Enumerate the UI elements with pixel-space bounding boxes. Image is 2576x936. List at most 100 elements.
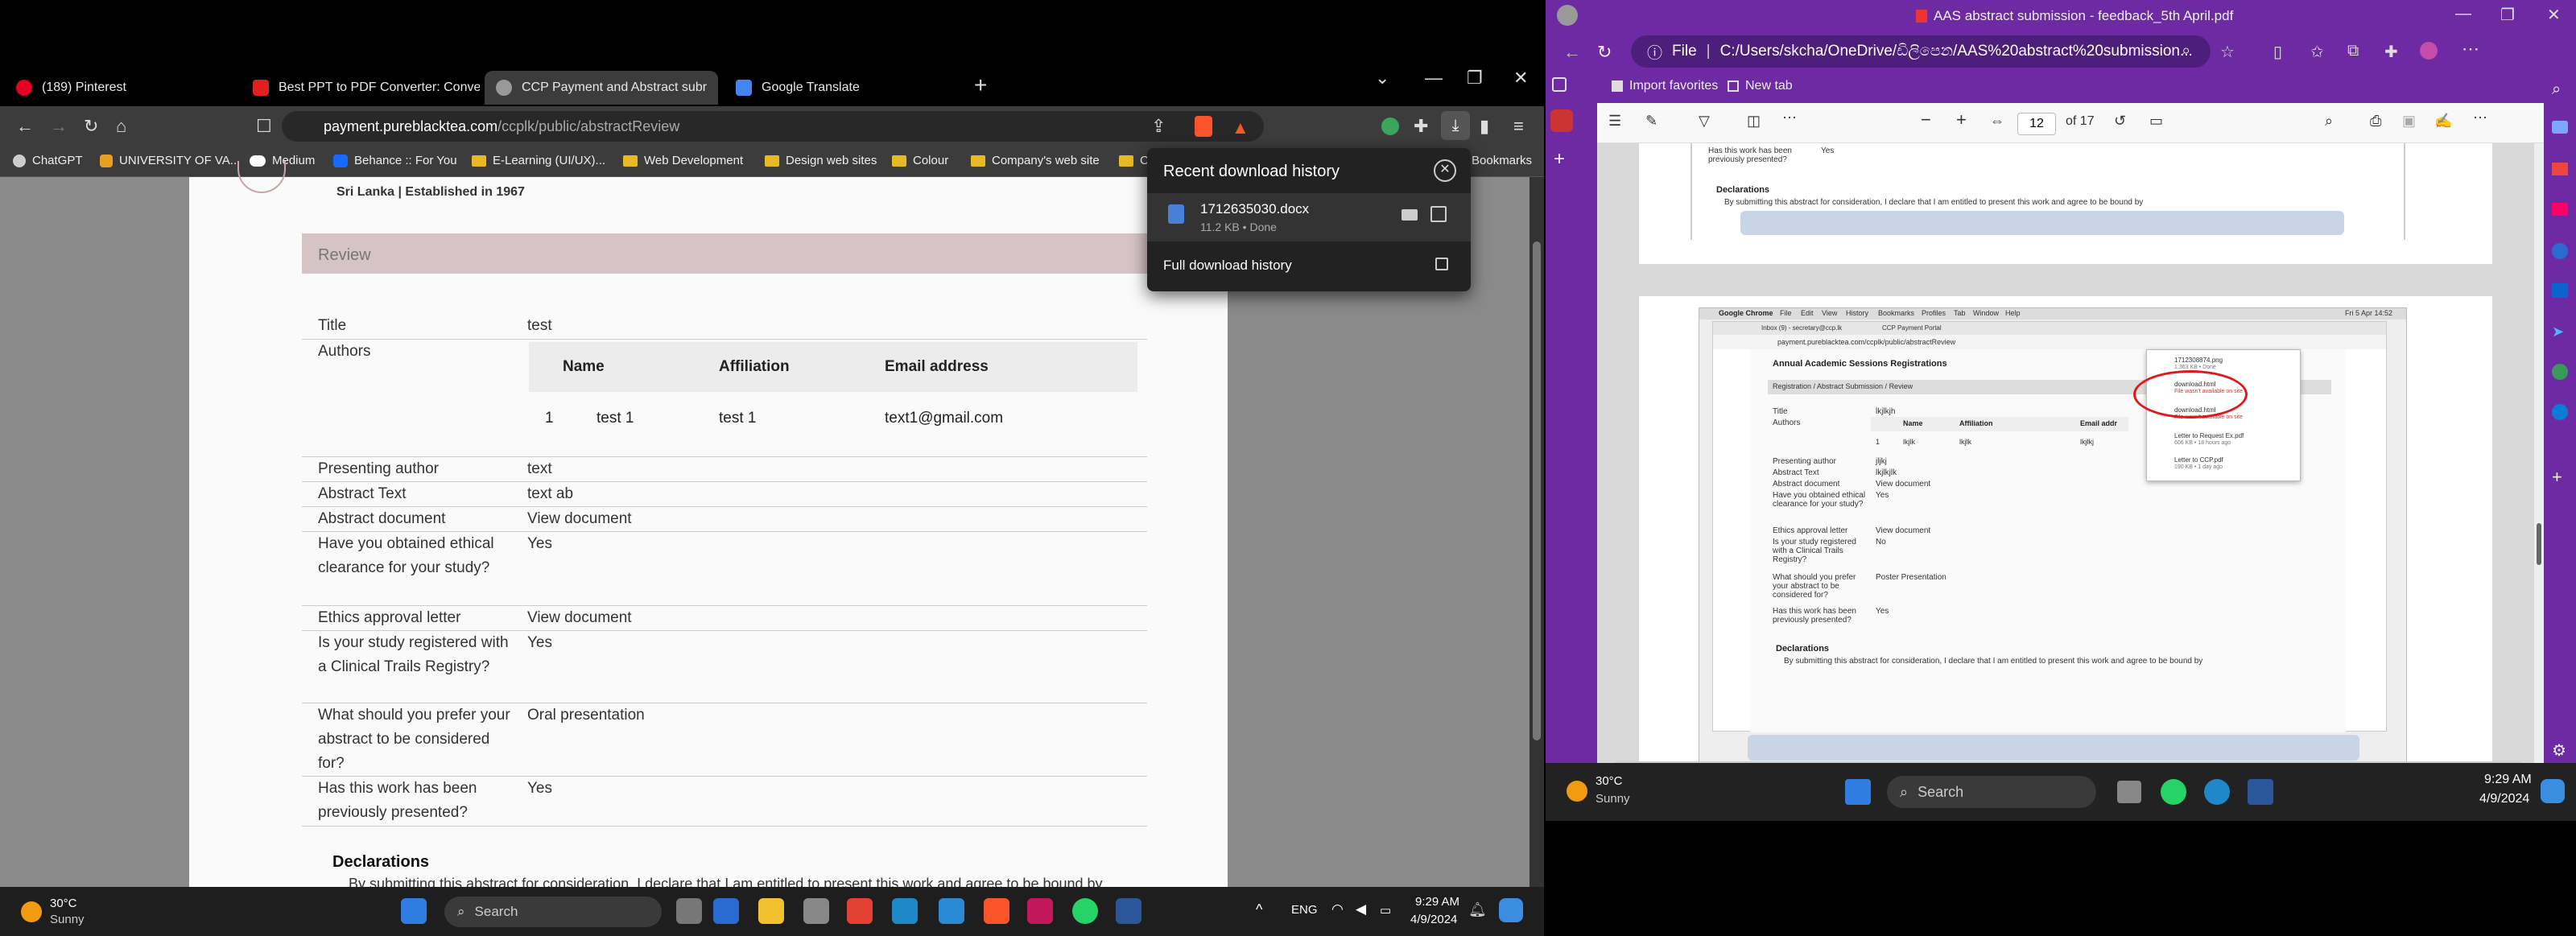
volume-icon[interactable]: ◀ bbox=[1356, 901, 1366, 917]
tab-pinterest[interactable]: (189) Pinterest bbox=[5, 71, 238, 105]
print-icon[interactable]: ⎙ bbox=[2370, 113, 2381, 130]
bookmark-colour[interactable]: Colour bbox=[892, 154, 948, 167]
pdf-tab-icon[interactable] bbox=[1550, 109, 1573, 132]
bookmark-chatgpt[interactable]: ChatGPT bbox=[13, 154, 83, 167]
add-tab-icon[interactable]: + bbox=[1554, 148, 1565, 171]
bookmark-elearning[interactable]: E-Learning (UI/UX)... bbox=[472, 154, 605, 167]
tab-search-chevron-icon[interactable]: ⌄ bbox=[1375, 68, 1389, 89]
draw-icon[interactable]: ▽ bbox=[1699, 113, 1710, 130]
bookmark-c[interactable]: C bbox=[1119, 154, 1149, 167]
windows-start-icon[interactable] bbox=[1845, 779, 1871, 805]
tab-ppt-converter[interactable]: Best PPT to PDF Converter: Convert bbox=[242, 71, 480, 105]
bookmark-company[interactable]: Company's web site bbox=[971, 154, 1100, 167]
url-bar[interactable]: ⓘ File | C:/Users/skcha/OneDrive/ඩිලිපෙන… bbox=[1631, 35, 2211, 68]
menu-dots-icon[interactable]: ⋯ bbox=[2462, 39, 2479, 60]
sidebar-icon[interactable]: ▮ bbox=[1480, 116, 1489, 137]
task-view-icon[interactable] bbox=[676, 898, 702, 924]
pdf-more-icon[interactable]: ⋯ bbox=[2473, 109, 2487, 126]
restore-icon[interactable]: ❐ bbox=[1467, 68, 1483, 89]
outlook-icon[interactable] bbox=[2552, 283, 2568, 298]
restore-icon[interactable]: ❐ bbox=[2500, 5, 2515, 25]
close-tab-icon[interactable]: ✕ bbox=[716, 80, 718, 97]
edge-icon[interactable] bbox=[892, 898, 918, 924]
page-view-icon[interactable]: ▭ bbox=[2149, 113, 2163, 130]
task-view-icon[interactable] bbox=[2117, 781, 2141, 803]
bookmark-icon[interactable]: ☐ bbox=[256, 116, 272, 137]
more-tools-icon[interactable]: ⋯ bbox=[1782, 109, 1797, 126]
store-icon[interactable] bbox=[803, 898, 829, 924]
page-number-input[interactable] bbox=[2017, 113, 2056, 135]
menu-icon[interactable]: ≡ bbox=[1513, 116, 1524, 137]
favorite-star-icon[interactable]: ☆ bbox=[2220, 42, 2235, 62]
vscode-icon[interactable] bbox=[939, 898, 964, 924]
new-tab-link[interactable]: New tab bbox=[1745, 79, 1793, 93]
page-scrollbar[interactable] bbox=[1530, 177, 1544, 887]
taskbar-search[interactable]: ⌕ Search bbox=[444, 897, 662, 927]
battery-icon[interactable]: ▭ bbox=[1380, 903, 1391, 917]
full-download-history-link[interactable]: Full download history bbox=[1163, 258, 1292, 274]
scrollbar-thumb[interactable] bbox=[2537, 523, 2541, 565]
rotate-icon[interactable]: ↺ bbox=[2114, 113, 2126, 130]
highlight-icon[interactable]: ✎ bbox=[1645, 113, 1657, 130]
copilot-icon[interactable] bbox=[2420, 42, 2438, 60]
clock-date[interactable]: 4/9/2024 bbox=[1410, 913, 1457, 926]
zoom-out-icon[interactable]: − bbox=[1921, 109, 1931, 130]
notification-bell-icon[interactable]: 🔔︎ bbox=[1468, 901, 1487, 918]
brave-rewards-icon[interactable]: ▲ bbox=[1232, 118, 1249, 138]
download-item[interactable]: 1712635030.docx 11.2 KB • Done bbox=[1147, 193, 1471, 241]
url-bar[interactable]: payment.pureblacktea.com/ccplk/public/ab… bbox=[282, 111, 1264, 142]
bookmark-design[interactable]: Design web sites bbox=[765, 154, 877, 167]
save-as-icon[interactable]: ✍ bbox=[2434, 113, 2452, 130]
settings-gear-icon[interactable]: ⚙ bbox=[2552, 740, 2566, 761]
tools-icon[interactable] bbox=[2552, 121, 2568, 134]
send-icon[interactable]: ➤ bbox=[2552, 324, 2564, 340]
close-window-icon[interactable]: ✕ bbox=[2547, 5, 2561, 25]
windows-start-icon[interactable] bbox=[401, 898, 427, 924]
tray-chevron-icon[interactable]: ^ bbox=[1256, 901, 1262, 918]
share-icon[interactable]: ⇪ bbox=[1151, 116, 1166, 137]
extension-icon[interactable] bbox=[1381, 118, 1399, 135]
weather-sun-icon[interactable] bbox=[21, 901, 42, 922]
zoom-icon[interactable]: ⌕ bbox=[2182, 42, 2190, 60]
close-window-icon[interactable]: ✕ bbox=[1513, 68, 1528, 89]
reload-icon[interactable]: ↻ bbox=[1597, 42, 1612, 63]
split-screen-icon[interactable]: ▯ bbox=[2273, 42, 2282, 62]
profile-avatar[interactable] bbox=[1557, 5, 1578, 26]
minimize-icon[interactable]: — bbox=[1425, 68, 1443, 89]
contents-icon[interactable]: ☰ bbox=[1608, 113, 1621, 130]
close-popup-icon[interactable]: ✕ bbox=[1434, 159, 1456, 182]
extensions-puzzle-icon[interactable]: ✚ bbox=[1414, 116, 1428, 137]
brave-shields-icon[interactable] bbox=[1195, 116, 1212, 137]
tab-google-translate[interactable]: Google Translate bbox=[724, 71, 958, 105]
open-file-icon[interactable] bbox=[1430, 206, 1447, 222]
fit-page-icon[interactable]: ⇔ bbox=[1990, 113, 2004, 130]
brave-icon[interactable] bbox=[984, 898, 1009, 924]
bookmarks-menu[interactable]: Bookmarks bbox=[1472, 154, 1532, 167]
favorites-icon[interactable]: ✩ bbox=[2310, 42, 2324, 62]
view-document-link[interactable]: View document bbox=[527, 507, 632, 531]
tab-ccp-payment[interactable]: CCP Payment and Abstract subr ✕ bbox=[485, 71, 718, 105]
reload-icon[interactable]: ↻ bbox=[84, 116, 98, 137]
wifi-icon[interactable]: ◠ bbox=[1331, 901, 1344, 917]
bookmark-university[interactable]: UNIVERSITY OF VA... bbox=[100, 154, 240, 167]
m365-icon[interactable] bbox=[2552, 243, 2568, 259]
bookmark-webdev[interactable]: Web Development bbox=[623, 154, 743, 167]
mail-icon[interactable] bbox=[713, 898, 739, 924]
downloads-icon[interactable]: ⤓ bbox=[1441, 111, 1470, 140]
bookmark-behance[interactable]: Behance :: For You bbox=[333, 154, 457, 167]
pdf-scrollbar[interactable] bbox=[2534, 143, 2544, 773]
clock-time[interactable]: 9:29 AM bbox=[1415, 895, 1459, 909]
skype-icon[interactable] bbox=[2552, 404, 2568, 420]
whatsapp-icon[interactable] bbox=[1072, 898, 1098, 924]
gmail-icon[interactable] bbox=[847, 898, 873, 924]
snipping-tool-icon[interactable] bbox=[1027, 898, 1053, 924]
external-link-icon[interactable] bbox=[1435, 258, 1448, 270]
search-icon[interactable]: ⌕ bbox=[2552, 80, 2561, 99]
clock-time[interactable]: 9:29 AM bbox=[2484, 773, 2532, 787]
home-icon[interactable]: ⌂ bbox=[116, 116, 126, 137]
shopping-icon[interactable] bbox=[2552, 163, 2568, 175]
view-document-link[interactable]: View document bbox=[527, 606, 632, 630]
word-icon[interactable] bbox=[1116, 898, 1141, 924]
back-icon[interactable]: ← bbox=[1563, 42, 1581, 63]
file-explorer-icon[interactable] bbox=[758, 898, 784, 924]
